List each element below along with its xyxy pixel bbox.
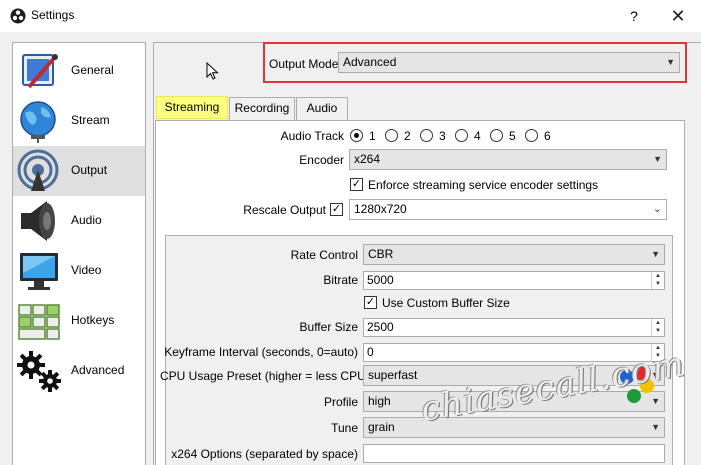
encoder-label: Encoder [299, 153, 344, 167]
audio-track-radio-1[interactable] [350, 129, 363, 142]
profile-label: Profile [323, 395, 358, 409]
audio-track-label: Audio Track [280, 129, 344, 143]
rescale-resolution-value: 1280x720 [354, 202, 407, 216]
sidebar-item-general[interactable]: General [13, 46, 145, 96]
bitrate-spinbox[interactable]: 5000 ▲ ▼ [363, 271, 665, 290]
general-icon [22, 54, 58, 89]
obs-app-icon [10, 8, 26, 24]
buffer-size-spinbox[interactable]: 2500 ▲ ▼ [363, 318, 665, 337]
sidebar-item-advanced[interactable]: Advanced [13, 346, 145, 396]
keyframe-interval-value: 0 [367, 345, 374, 359]
dropdown-arrow-icon: ▼ [666, 57, 675, 67]
close-button[interactable]: ✕ [660, 2, 696, 30]
tune-select[interactable]: grain ▼ [363, 417, 665, 438]
rescale-output-checkbox[interactable]: ✓ [330, 203, 343, 216]
cpu-preset-value: superfast [368, 368, 418, 382]
encoder-select[interactable]: x264 ▼ [349, 149, 667, 170]
sidebar-item-label: General [71, 63, 114, 77]
rate-control-label: Rate Control [290, 248, 358, 262]
custom-buffer-checkbox[interactable]: ✓ [364, 296, 377, 309]
spin-up-icon[interactable]: ▲ [652, 272, 664, 280]
audio-track-option-label: 4 [474, 129, 481, 143]
dropdown-arrow-icon: ▼ [651, 422, 660, 432]
sidebar-item-hotkeys[interactable]: Hotkeys [13, 296, 145, 346]
sidebar-item-label: Hotkeys [71, 313, 115, 327]
sidebar-item-label: Advanced [71, 363, 125, 377]
bitrate-label: Bitrate [323, 273, 358, 287]
rate-control-select[interactable]: CBR ▼ [363, 244, 665, 265]
sidebar-item-label: Audio [71, 213, 102, 227]
audio-track-radio-3[interactable] [420, 129, 433, 142]
globe-icon [20, 101, 56, 143]
buffer-size-label: Buffer Size [299, 320, 358, 334]
cpu-preset-label: CPU Usage Preset (higher = less CPU) [160, 369, 370, 383]
dropdown-arrow-icon: ▼ [653, 154, 662, 164]
window-title: Settings [31, 8, 75, 22]
sidebar-item-label: Stream [71, 113, 110, 127]
sidebar-item-label: Output [71, 163, 108, 177]
mouse-cursor-icon [206, 62, 219, 80]
x264-options-input[interactable] [363, 444, 665, 463]
audio-track-radio-6[interactable] [525, 129, 538, 142]
dropdown-arrow-icon: ▼ [651, 249, 660, 259]
enforce-encoder-label: Enforce streaming service encoder settin… [368, 178, 599, 192]
rescale-output-label: Rescale Output [243, 203, 326, 217]
audio-track-radio-5[interactable] [490, 129, 503, 142]
title-bar: Settings ? ✕ [0, 0, 701, 32]
rescale-resolution-select[interactable]: 1280x720 ⌄ [349, 199, 667, 220]
bitrate-value: 5000 [367, 273, 394, 287]
keyframe-interval-label: Keyframe Interval (seconds, 0=auto) [164, 345, 358, 359]
monitor-icon [20, 253, 58, 290]
sidebar-item-output[interactable]: Output [13, 146, 145, 196]
audio-track-option-label: 3 [439, 129, 446, 143]
audio-track-option-label: 1 [369, 129, 376, 143]
tune-value: grain [368, 420, 395, 434]
spin-buttons: ▲ ▼ [651, 272, 664, 289]
audio-track-option-label: 2 [404, 129, 411, 143]
chevron-down-icon: ⌄ [652, 203, 662, 215]
output-mode-select[interactable]: Advanced ▼ [338, 52, 680, 73]
audio-track-radio-4[interactable] [455, 129, 468, 142]
profile-value: high [368, 394, 391, 408]
custom-buffer-label: Use Custom Buffer Size [382, 296, 510, 310]
audio-track-option-label: 6 [544, 129, 551, 143]
sidebar-item-audio[interactable]: Audio [13, 196, 145, 246]
encoder-value: x264 [354, 152, 381, 166]
audio-track-option-label: 5 [509, 129, 516, 143]
enforce-encoder-checkbox[interactable]: ✓ [350, 178, 363, 191]
tune-label: Tune [331, 421, 358, 435]
audio-track-radio-2[interactable] [385, 129, 398, 142]
output-mode-label: Output Mode [269, 57, 339, 71]
spin-down-icon[interactable]: ▼ [652, 327, 664, 335]
x264-options-label: x264 Options (separated by space) [171, 447, 358, 461]
spin-down-icon[interactable]: ▼ [652, 280, 664, 288]
buffer-size-value: 2500 [367, 320, 394, 334]
gears-icon [17, 351, 61, 392]
output-icon [17, 149, 59, 191]
tab-streaming[interactable]: Streaming [156, 96, 228, 119]
speaker-icon [21, 201, 55, 241]
keyboard-icon [18, 304, 60, 340]
sidebar-item-video[interactable]: Video [13, 246, 145, 296]
settings-sidebar: General Stream Output Audio Video Hotkey… [12, 42, 146, 465]
rate-control-value: CBR [368, 247, 394, 261]
tab-audio[interactable]: Audio [296, 97, 348, 120]
sidebar-item-label: Video [71, 263, 102, 277]
spin-up-icon[interactable]: ▲ [652, 319, 664, 327]
help-button[interactable]: ? [622, 6, 646, 26]
sidebar-item-stream[interactable]: Stream [13, 96, 145, 146]
spin-buttons: ▲ ▼ [651, 319, 664, 336]
tab-recording[interactable]: Recording [229, 97, 295, 120]
output-mode-value: Advanced [343, 55, 397, 69]
